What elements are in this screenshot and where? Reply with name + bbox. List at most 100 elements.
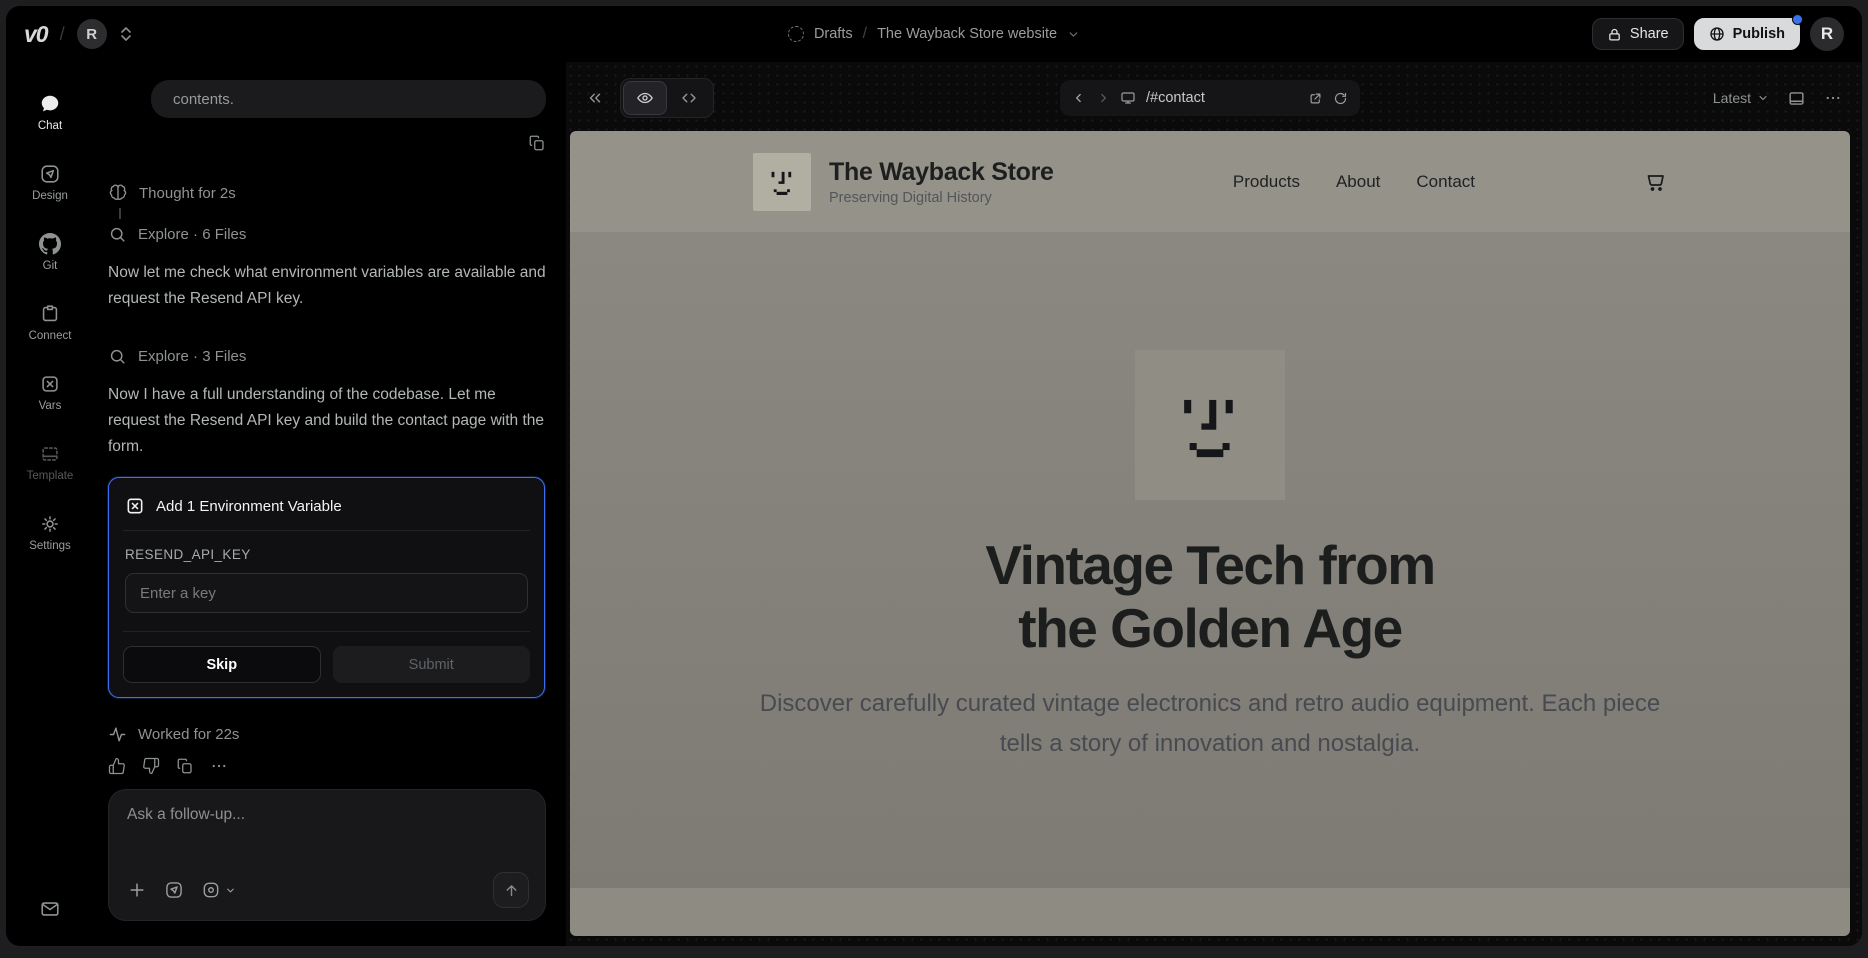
v0-logo[interactable]: v0 [24,21,48,48]
breadcrumb-project-title[interactable]: The Wayback Store website [877,26,1057,42]
chevron-down-icon [1757,92,1769,104]
follow-up-input[interactable] [127,806,529,824]
lock-icon [1607,27,1622,42]
model-icon [201,880,221,900]
url-bar: /#contact [1060,80,1360,116]
share-button[interactable]: Share [1592,18,1684,50]
breadcrumb-drafts[interactable]: Drafts [814,26,853,42]
template-icon [39,443,61,465]
explore-row-2[interactable]: Explore · 3 Files [108,344,546,368]
design-icon [39,163,61,185]
site-footer [570,888,1850,936]
version-selector[interactable]: Latest [1713,90,1769,106]
hero-logo [1135,350,1285,500]
chat-panel: contents. Thought for 2s Explore · 6 Fil… [94,62,566,946]
site-nav: Products About Contact [1233,172,1475,192]
step-connector [119,208,121,219]
cart-icon [1643,170,1667,194]
left-sidebar: Chat Design Git Connect Vars Template [6,62,94,946]
hero-description: Discover carefully curated vintage elect… [758,684,1663,764]
back-icon[interactable] [1072,91,1086,105]
monitor-icon[interactable] [1120,90,1136,106]
composer[interactable] [108,789,546,921]
worked-row[interactable]: Worked for 22s [108,722,546,746]
chat-bubble-icon [39,93,61,115]
search-icon [108,225,127,244]
env-variable-card: Add 1 Environment Variable RESEND_API_KE… [108,477,545,698]
env-key-input[interactable] [125,573,528,613]
activity-icon [108,725,127,744]
model-selector[interactable] [201,880,236,900]
copy-response-icon[interactable] [176,757,194,775]
sidebar-item-vars[interactable]: Vars [14,360,86,424]
breadcrumb: Drafts / The Wayback Store website [788,6,1080,62]
pixel-face-icon [1163,378,1257,472]
copy-message-icon[interactable] [528,134,546,152]
user-message-text: contents. [173,91,234,108]
open-external-icon[interactable] [1308,91,1323,106]
more-options-icon[interactable] [210,757,228,775]
env-var-icon [125,496,145,516]
design-mode-icon[interactable] [164,880,184,900]
publish-button[interactable]: Publish [1694,18,1800,50]
explore-row-1[interactable]: Explore · 6 Files [108,222,546,246]
top-bar: v0 / R Drafts / The Wayback Store websit… [6,6,1862,62]
breadcrumb-slash-icon: / [60,24,65,45]
cart-button[interactable] [1643,170,1667,194]
feedback-mail-button[interactable] [39,898,61,920]
site-header: The Wayback Store Preserving Digital His… [570,131,1850,232]
explore-label: Explore · 6 Files [138,226,246,243]
breadcrumb-separator: / [863,25,867,43]
vars-icon [39,373,61,395]
worked-label: Worked for 22s [138,726,239,743]
submit-button[interactable]: Submit [333,646,531,683]
pixel-face-icon [763,163,801,201]
project-switcher-icon[interactable] [119,25,133,43]
thumbs-up-icon[interactable] [108,757,126,775]
eye-icon [636,89,654,107]
user-message-bubble: contents. [151,80,546,118]
globe-icon [1709,26,1725,42]
sidebar-item-connect[interactable]: Connect [14,290,86,354]
refresh-icon[interactable] [1333,91,1348,106]
chevron-down-icon[interactable] [1067,28,1080,41]
thought-label: Thought for 2s [139,185,236,202]
hero-title: Vintage Tech from the Golden Age [985,534,1434,660]
gear-icon [39,513,61,535]
layout-icon[interactable] [1787,89,1806,108]
forward-icon[interactable] [1096,91,1110,105]
send-button[interactable] [493,872,529,908]
arrow-up-icon [503,882,520,899]
github-icon [39,233,61,255]
preview-more-icon[interactable] [1824,89,1842,107]
env-var-name: RESEND_API_KEY [125,547,528,562]
collapse-panel-icon[interactable] [586,89,604,107]
thought-row[interactable]: Thought for 2s [108,181,546,205]
sidebar-item-template[interactable]: Template [14,430,86,494]
nav-link-products[interactable]: Products [1233,172,1300,192]
code-view-toggle[interactable] [667,81,711,115]
sidebar-item-chat[interactable]: Chat [14,80,86,144]
nav-link-about[interactable]: About [1336,172,1380,192]
sidebar-item-design[interactable]: Design [14,150,86,214]
attach-plus-icon[interactable] [127,880,147,900]
nav-link-contact[interactable]: Contact [1416,172,1475,192]
url-path[interactable]: /#contact [1146,90,1205,106]
publish-notification-badge [1792,14,1803,25]
search-icon [108,347,127,366]
connect-icon [39,303,61,325]
team-avatar[interactable]: R [77,19,107,49]
preview-panel: /#contact Latest [566,62,1862,946]
env-card-title: Add 1 Environment Variable [156,498,342,515]
site-logo[interactable] [753,153,811,211]
sidebar-item-settings[interactable]: Settings [14,500,86,564]
thumbs-down-icon[interactable] [142,757,160,775]
sidebar-item-git[interactable]: Git [14,220,86,284]
skip-button[interactable]: Skip [123,646,321,683]
preview-eye-toggle[interactable] [623,81,667,115]
view-mode-toggle [620,78,714,118]
site-hero: Vintage Tech from the Golden Age Discove… [570,232,1850,888]
explore-label: Explore · 3 Files [138,348,246,365]
user-avatar[interactable]: R [1810,17,1844,51]
assistant-paragraph: Now I have a full understanding of the c… [108,382,546,460]
